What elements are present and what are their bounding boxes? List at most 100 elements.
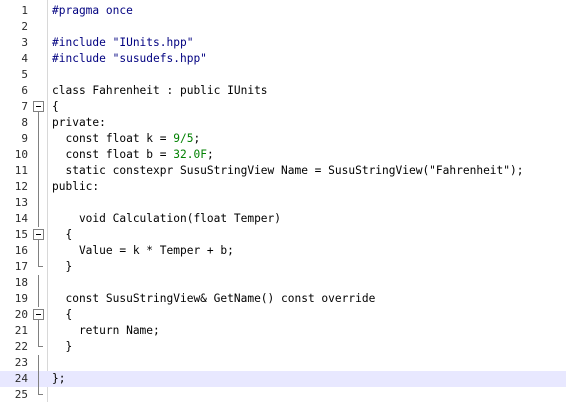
line-number: 6 <box>21 84 28 97</box>
code-token: private: <box>52 116 106 129</box>
code-line[interactable]: 17 } <box>0 259 566 275</box>
line-number: 25 <box>14 388 28 401</box>
line-number: 1 <box>21 4 28 17</box>
line-number: 10 <box>14 148 28 161</box>
code-line[interactable]: 25 <box>0 387 566 402</box>
code-line[interactable]: 10 const float b = 32.0F; <box>0 147 566 163</box>
code-text[interactable]: Value = k * Temper + b; <box>52 243 234 259</box>
code-text[interactable]: class Fahrenheit : public IUnits <box>52 83 268 99</box>
code-line[interactable]: 19 const SusuStringView& GetName() const… <box>0 291 566 307</box>
line-number: 8 <box>21 116 28 129</box>
code-line[interactable]: 7{ <box>0 99 566 115</box>
code-text[interactable]: const float k = 9/5; <box>52 131 200 147</box>
code-line[interactable]: 22 } <box>0 339 566 355</box>
fold-guide-line <box>33 131 44 147</box>
fold-guide-line <box>33 323 44 339</box>
code-token: return Name; <box>52 324 160 337</box>
line-number: 13 <box>14 196 28 209</box>
code-token: { <box>52 308 73 321</box>
code-text[interactable]: const SusuStringView& GetName() const ov… <box>52 291 375 307</box>
line-number: 4 <box>21 52 28 65</box>
code-line[interactable]: 11 static constexpr SusuStringView Name … <box>0 163 566 179</box>
code-text[interactable]: { <box>52 227 72 243</box>
fold-end-marker <box>33 387 44 402</box>
code-text[interactable]: { <box>52 99 59 115</box>
line-number: 16 <box>14 244 28 257</box>
code-token: 32.0F <box>173 148 207 161</box>
code-text[interactable]: { <box>52 307 72 323</box>
code-line[interactable]: 18 <box>0 275 566 291</box>
code-token: void Calculation(float Temper) <box>52 212 282 225</box>
code-text[interactable]: #include "susudefs.hpp" <box>52 51 207 67</box>
code-text[interactable]: public: <box>52 179 99 195</box>
code-token: } <box>52 260 73 273</box>
code-token: const float k = <box>52 132 174 145</box>
line-number: 11 <box>14 164 28 177</box>
fold-end-marker <box>33 259 44 275</box>
fold-collapse-icon[interactable] <box>33 227 44 243</box>
line-number: 15 <box>14 228 28 241</box>
fold-guide-line <box>33 195 44 211</box>
fold-guide-line <box>33 371 44 387</box>
fold-guide-line <box>33 163 44 179</box>
fold-guide-line <box>33 211 44 227</box>
code-line[interactable]: 1 #pragma once <box>0 3 566 19</box>
code-line[interactable]: 20 { <box>0 307 566 323</box>
line-number: 23 <box>14 356 28 369</box>
code-line[interactable]: 24}; <box>0 371 566 387</box>
line-number: 17 <box>14 260 28 273</box>
fold-guide-line <box>33 243 44 259</box>
code-token: class Fahrenheit : public IUnits <box>52 84 268 97</box>
code-text[interactable]: static constexpr SusuStringView Name = S… <box>52 163 523 179</box>
code-token: static constexpr SusuStringView Name = S… <box>52 164 524 177</box>
code-token: #pragma once <box>52 4 133 17</box>
code-line[interactable]: 12 public: <box>0 179 566 195</box>
code-text[interactable]: } <box>52 339 72 355</box>
code-token: { <box>52 228 73 241</box>
code-line[interactable]: 21 return Name; <box>0 323 566 339</box>
code-line[interactable]: 5 <box>0 67 566 83</box>
code-token: public: <box>52 180 100 193</box>
fold-guide-line <box>33 291 44 307</box>
line-number: 2 <box>21 20 28 33</box>
code-line[interactable]: 2 <box>0 19 566 35</box>
code-line[interactable]: 23 <box>0 355 566 371</box>
code-line[interactable]: 4 #include "susudefs.hpp" <box>0 51 566 67</box>
fold-collapse-icon[interactable] <box>33 99 44 115</box>
line-number: 12 <box>14 180 28 193</box>
line-number: 3 <box>21 36 28 49</box>
code-line[interactable]: 15 { <box>0 227 566 243</box>
code-text[interactable]: } <box>52 259 72 275</box>
line-number: 9 <box>21 132 28 145</box>
code-text[interactable]: }; <box>52 371 65 387</box>
code-line[interactable]: 8 private: <box>0 115 566 131</box>
line-number: 21 <box>14 324 28 337</box>
code-text[interactable]: #pragma once <box>52 3 133 19</box>
code-text[interactable]: #include "IUnits.hpp" <box>52 35 193 51</box>
code-text[interactable]: const float b = 32.0F; <box>52 147 213 163</box>
code-token: } <box>52 340 73 353</box>
code-text[interactable]: private: <box>52 115 106 131</box>
code-text[interactable]: void Calculation(float Temper) <box>52 211 281 227</box>
code-line[interactable]: 13 <box>0 195 566 211</box>
line-number: 20 <box>14 308 28 321</box>
code-token: const SusuStringView& GetName() const ov… <box>52 292 376 305</box>
line-number: 18 <box>14 276 28 289</box>
fold-collapse-icon[interactable] <box>33 307 44 323</box>
code-line[interactable]: 3 #include "IUnits.hpp" <box>0 35 566 51</box>
code-token: #include "IUnits.hpp" <box>52 36 194 49</box>
code-token: }; <box>52 372 66 385</box>
code-token: { <box>52 100 59 113</box>
code-editor[interactable]: 1 #pragma once 2 3 #include "IUnits.hpp" 4 #in… <box>0 0 566 402</box>
code-line[interactable]: 6 class Fahrenheit : public IUnits <box>0 83 566 99</box>
code-text[interactable]: return Name; <box>52 323 160 339</box>
code-line[interactable]: 14 void Calculation(float Temper) <box>0 211 566 227</box>
line-number: 24 <box>14 372 28 385</box>
code-token: 9/5 <box>173 132 194 145</box>
code-line[interactable]: 9 const float k = 9/5; <box>0 131 566 147</box>
code-line[interactable]: 16 Value = k * Temper + b; <box>0 243 566 259</box>
